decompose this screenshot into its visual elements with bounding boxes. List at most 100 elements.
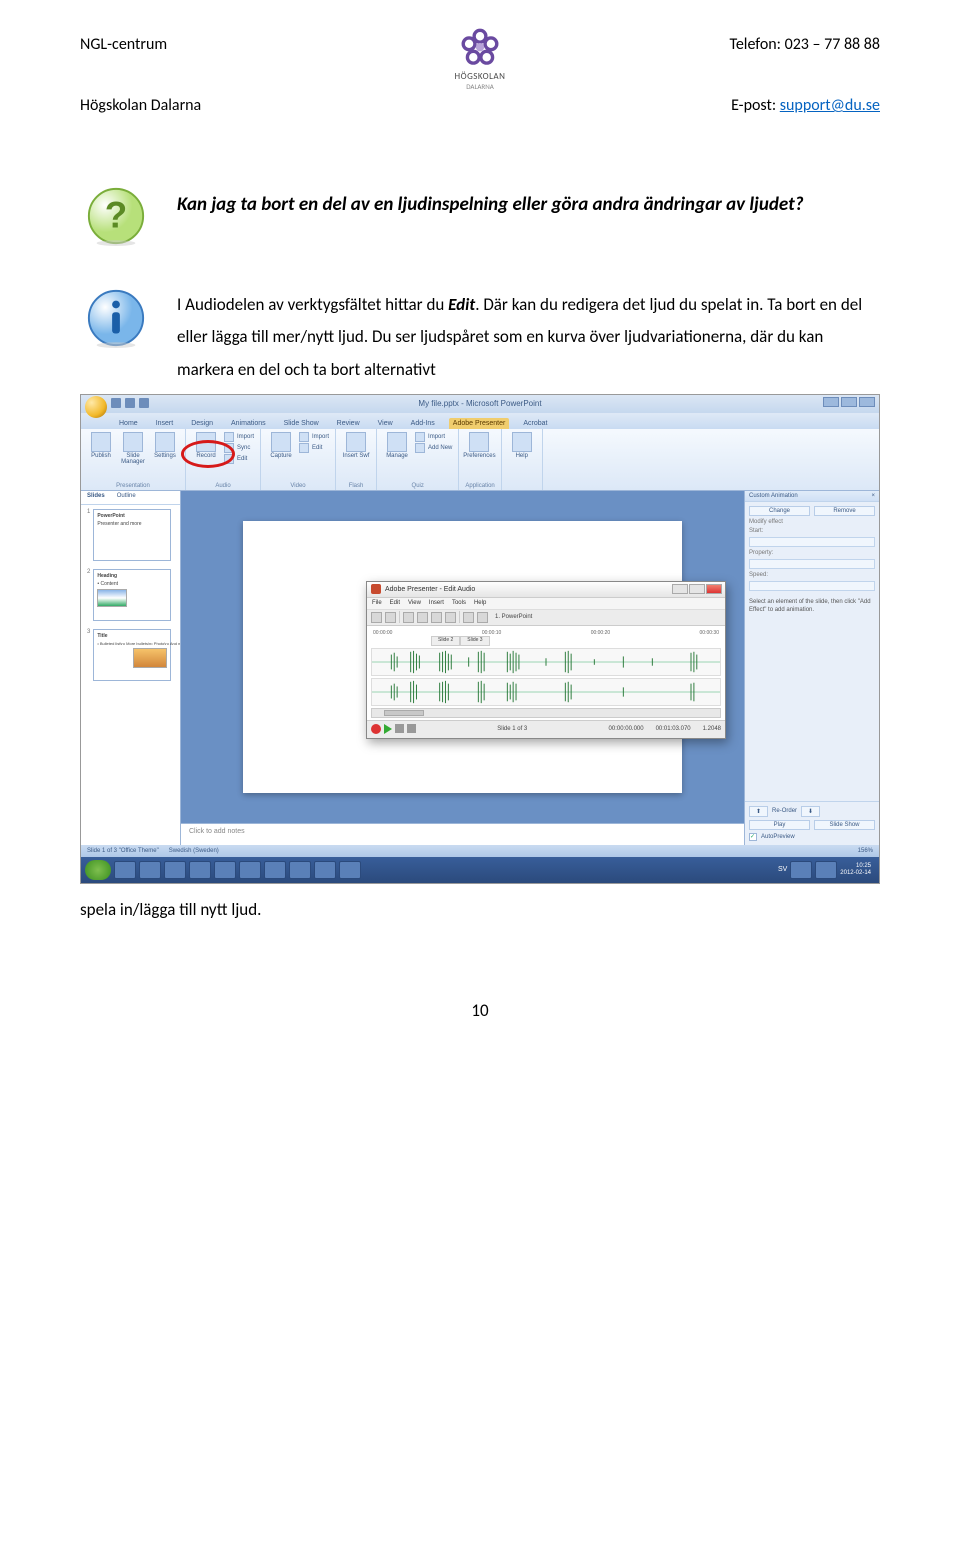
anim-remove-button[interactable]: Remove [814, 506, 875, 516]
audio-menu-edit[interactable]: Edit [390, 600, 400, 606]
status-zoom[interactable]: 156% [858, 848, 873, 854]
quiz-manage-button[interactable]: Manage [383, 432, 411, 460]
taskbar-clock[interactable]: 10:252012-02-14 [840, 863, 875, 876]
video-capture-button[interactable]: Capture [267, 432, 295, 460]
trailing-text: spela in/lägga till nytt ljud. [80, 899, 880, 920]
audio-menu-insert[interactable]: Insert [429, 600, 444, 606]
taskbar-icon[interactable] [289, 861, 311, 879]
publish-button[interactable]: Publish [87, 432, 115, 466]
help-button[interactable]: Help [508, 432, 536, 460]
tray-icon[interactable] [790, 861, 812, 879]
marker-slide-2[interactable]: Slide 2 [431, 636, 460, 646]
audio-menu-tools[interactable]: Tools [452, 600, 466, 606]
audio-menu-view[interactable]: View [408, 600, 421, 606]
audio-record-button[interactable]: Record [192, 432, 220, 464]
audio-scrollbar[interactable] [371, 708, 721, 718]
tab-view[interactable]: View [374, 418, 397, 429]
anim-change-button[interactable]: Change [749, 506, 810, 516]
start-button[interactable] [85, 860, 111, 880]
anim-speed-field[interactable] [749, 581, 875, 591]
tab-adobe-presenter[interactable]: Adobe Presenter [449, 418, 510, 429]
quiz-import-button[interactable]: Import [415, 432, 452, 442]
edit-audio-dialog: Adobe Presenter - Edit Audio File Edit V… [366, 581, 726, 739]
anim-close-icon[interactable]: × [871, 493, 875, 499]
settings-button[interactable]: Settings [151, 432, 179, 466]
slide-thumb-3[interactable]: 3 Title• Bulleted list\n• More bullets\n… [87, 629, 174, 681]
taskbar-icon[interactable] [264, 861, 286, 879]
tool-icon-4[interactable] [417, 612, 428, 623]
stop-icon[interactable] [407, 724, 416, 733]
quiz-addnew-button[interactable]: Add New [415, 443, 452, 453]
pause-icon[interactable] [395, 724, 404, 733]
office-orb-icon[interactable] [85, 396, 107, 418]
tab-home[interactable]: Home [115, 418, 142, 429]
video-import-button[interactable]: Import [299, 432, 329, 442]
audio-dialog-title: Adobe Presenter - Edit Audio [385, 586, 475, 593]
autopreview-checkbox[interactable] [749, 833, 757, 841]
tab-animations[interactable]: Animations [227, 418, 270, 429]
audio-import-button[interactable]: Import [224, 432, 254, 442]
audio-time-3: 1.2048 [703, 726, 721, 732]
audio-menu-help[interactable]: Help [474, 600, 486, 606]
svg-text:?: ? [105, 195, 127, 236]
tool-icon-6[interactable] [445, 612, 456, 623]
tab-slideshow[interactable]: Slide Show [280, 418, 323, 429]
slide-manager-button[interactable]: Slide Manager [119, 432, 147, 466]
quick-access-toolbar[interactable] [111, 398, 149, 408]
zoom-out-icon[interactable] [477, 612, 488, 623]
taskbar-icon[interactable] [214, 861, 236, 879]
tool-icon-3[interactable] [403, 612, 414, 623]
anim-play-button[interactable]: Play [749, 820, 810, 830]
anim-property-field[interactable] [749, 559, 875, 569]
slide-selector[interactable]: 1. PowerPoint [495, 614, 532, 620]
anim-slideshow-button[interactable]: Slide Show [814, 820, 875, 830]
preferences-button[interactable]: Preferences [465, 432, 493, 460]
waveform-top[interactable] [371, 648, 721, 676]
audio-edit-button[interactable]: Edit [224, 454, 254, 464]
anim-panel-title: Custom Animation [749, 493, 798, 499]
zoom-in-icon[interactable] [463, 612, 474, 623]
taskbar-icon[interactable] [239, 861, 261, 879]
maximize-button[interactable] [841, 397, 857, 407]
anim-start-field[interactable] [749, 537, 875, 547]
marker-slide-3[interactable]: Slide 3 [460, 636, 489, 646]
support-email-link[interactable]: support@du.se [780, 96, 880, 115]
tab-acrobat[interactable]: Acrobat [519, 418, 551, 429]
flower-logo-icon [459, 27, 501, 69]
taskbar-icon[interactable] [339, 861, 361, 879]
record-icon[interactable] [371, 724, 381, 734]
audio-menu-file[interactable]: File [372, 600, 382, 606]
taskbar-icon[interactable] [114, 861, 136, 879]
video-edit-button[interactable]: Edit [299, 443, 329, 453]
taskbar-icon[interactable] [314, 861, 336, 879]
audio-sync-button[interactable]: Sync [224, 443, 254, 453]
tool-icon-2[interactable] [385, 612, 396, 623]
tab-addins[interactable]: Add-Ins [407, 418, 439, 429]
modify-effect-label: Modify effect [749, 519, 875, 525]
slide-thumb-2[interactable]: 2 Heading• Content [87, 569, 174, 621]
taskbar-icon[interactable] [189, 861, 211, 879]
close-button[interactable] [859, 397, 875, 407]
insert-swf-button[interactable]: Insert Swf [342, 432, 370, 460]
tray-lang[interactable]: SV [778, 866, 787, 873]
taskbar-icon[interactable] [139, 861, 161, 879]
audio-max-button[interactable] [689, 584, 705, 594]
play-icon[interactable] [384, 724, 392, 734]
audio-min-button[interactable] [672, 584, 688, 594]
minimize-button[interactable] [823, 397, 839, 407]
status-language: Swedish (Sweden) [169, 848, 219, 854]
adobe-icon [371, 584, 381, 594]
outline-tab[interactable]: Outline [111, 491, 142, 504]
tab-insert[interactable]: Insert [152, 418, 178, 429]
tray-icon[interactable] [815, 861, 837, 879]
tab-design[interactable]: Design [187, 418, 217, 429]
notes-area[interactable]: Click to add notes [181, 823, 744, 845]
tool-icon-1[interactable] [371, 612, 382, 623]
audio-close-button[interactable] [706, 584, 722, 594]
slide-thumb-1[interactable]: 1 PowerPointPresenter and more [87, 509, 174, 561]
waveform-bottom[interactable] [371, 678, 721, 706]
tab-review[interactable]: Review [333, 418, 364, 429]
taskbar-icon[interactable] [164, 861, 186, 879]
slides-tab[interactable]: Slides [81, 491, 111, 504]
tool-icon-5[interactable] [431, 612, 442, 623]
